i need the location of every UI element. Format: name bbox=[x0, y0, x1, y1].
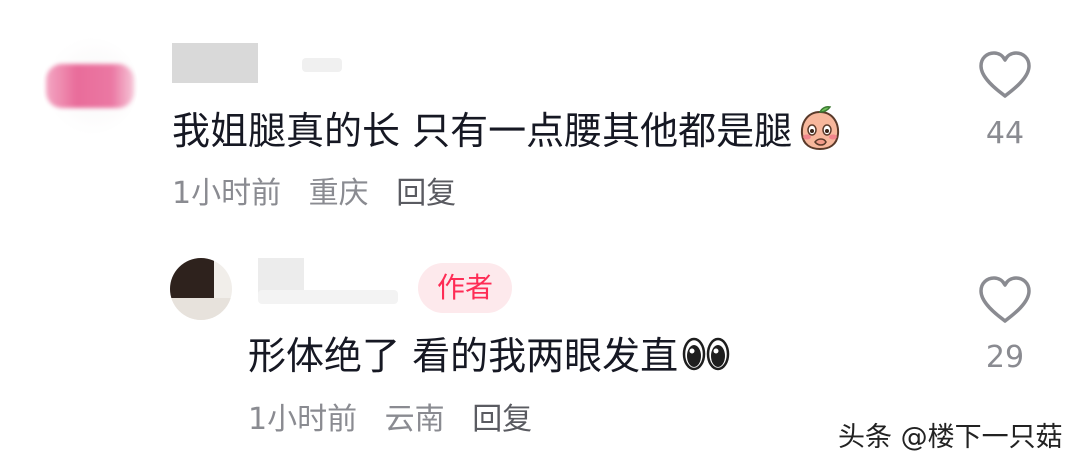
reply-button[interactable]: 回复 bbox=[472, 402, 532, 437]
username-redacted-tail bbox=[258, 290, 398, 304]
reply-meta: 1小时前 云南 回复 bbox=[248, 398, 550, 442]
reply-button[interactable]: 回复 bbox=[396, 176, 456, 211]
reply-text: 形体绝了 看的我两眼发直 bbox=[248, 330, 730, 382]
eyes-icon bbox=[682, 337, 730, 371]
avatar-image-blurred bbox=[46, 64, 134, 108]
reply-text-content: 形体绝了 看的我两眼发直 bbox=[248, 334, 679, 378]
comment-avatar[interactable] bbox=[42, 38, 138, 134]
comment-location: 重庆 bbox=[308, 176, 369, 211]
like-heart-icon[interactable] bbox=[977, 275, 1033, 325]
like-count: 44 bbox=[985, 116, 1025, 151]
username-redacted[interactable] bbox=[172, 43, 258, 83]
like-count: 29 bbox=[985, 340, 1025, 375]
username-redacted-tail bbox=[302, 58, 342, 72]
comment-meta: 1小时前 重庆 回复 bbox=[172, 172, 474, 216]
comment-text: 我姐腿真的长 只有一点腰其他都是腿 bbox=[172, 104, 844, 157]
reply-time: 1小时前 bbox=[248, 402, 358, 437]
reply-avatar[interactable] bbox=[170, 258, 232, 320]
watermark: 头条 @楼下一只菇 bbox=[838, 422, 1063, 453]
peach-blush-icon bbox=[801, 106, 840, 151]
reply-location: 云南 bbox=[384, 402, 445, 437]
comment-text-content: 我姐腿真的长 只有一点腰其他都是腿 bbox=[172, 109, 793, 153]
author-badge: 作者 bbox=[418, 263, 512, 313]
avatar-image-dark bbox=[170, 258, 214, 298]
avatar-image-light bbox=[170, 298, 232, 320]
comment-time: 1小时前 bbox=[172, 176, 282, 211]
like-heart-icon[interactable] bbox=[977, 50, 1033, 100]
